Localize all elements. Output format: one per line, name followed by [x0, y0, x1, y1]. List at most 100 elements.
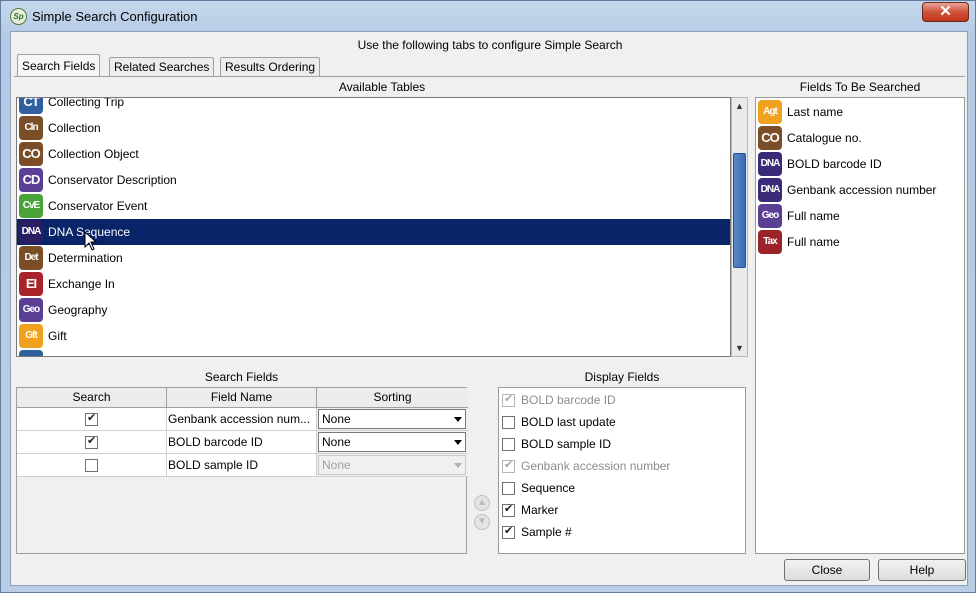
list-item[interactable]: Cln Collection — [17, 115, 730, 141]
table-icon: Cln — [19, 116, 43, 140]
available-tables-list[interactable]: CT Collecting Trip Cln Collection CO Collecti… — [16, 97, 731, 357]
fields-to-search-list[interactable]: Agt Last name CO Catalogue no. DNA BOLD barco… — [755, 97, 965, 554]
available-tables-scrollbar[interactable]: ▲ ▼ — [731, 97, 748, 357]
chevron-down-icon — [454, 463, 462, 468]
column-header-sorting[interactable]: Sorting — [317, 388, 468, 408]
list-item-label: Determination — [48, 251, 123, 265]
tab-results-ordering[interactable]: Results Ordering — [220, 57, 321, 76]
table-row-sorting-cell: None — [317, 454, 468, 477]
title-bar[interactable]: Sp Simple Search Configuration ✕ — [1, 1, 975, 31]
table-icon: CD — [19, 168, 43, 192]
display-fields-heading: Display Fields — [584, 370, 660, 384]
display-field-checkbox[interactable] — [502, 524, 515, 539]
table-row-search-cell[interactable] — [17, 454, 167, 477]
sorting-value: None — [322, 458, 351, 472]
display-field-label: BOLD barcode ID — [521, 393, 616, 407]
scroll-up-arrow[interactable]: ▲ — [732, 98, 747, 114]
display-field-item[interactable]: BOLD last update — [502, 411, 616, 433]
list-item-label: Gift — [48, 329, 67, 343]
display-field-item: Genbank accession number — [502, 455, 670, 477]
dialog-body: Use the following tabs to configure Simp… — [10, 31, 968, 586]
column-header-search[interactable]: Search — [17, 388, 167, 408]
sorting-value: None — [322, 435, 351, 449]
move-up-icon[interactable]: ▲ — [474, 495, 490, 511]
chevron-down-icon — [454, 440, 462, 445]
table-icon: EI — [19, 272, 43, 296]
display-field-checkbox[interactable] — [502, 437, 515, 451]
list-item[interactable]: CT Collecting Trip — [17, 97, 730, 115]
display-fields-list: BOLD barcode ID BOLD last update BOLD samp… — [498, 387, 746, 554]
table-icon: L — [19, 350, 43, 356]
sorting-dropdown[interactable]: None — [318, 409, 466, 429]
display-field-checkbox[interactable] — [502, 481, 515, 495]
list-item[interactable]: CO Catalogue no. — [756, 125, 964, 151]
table-row-sorting-cell: None — [317, 431, 468, 454]
instruction-text: Use the following tabs to configure Simp… — [357, 38, 623, 52]
display-field-label: Marker — [521, 503, 559, 517]
table-icon: Det — [19, 246, 43, 270]
table-icon: Gft — [19, 324, 43, 348]
display-field-label: Sample # — [521, 525, 572, 539]
chevron-down-icon — [454, 417, 462, 422]
list-item-label: Full name — [787, 235, 840, 249]
move-down-icon[interactable]: ▼ — [474, 514, 490, 530]
list-item[interactable]: Geo Full name — [756, 203, 964, 229]
window-close-button[interactable]: ✕ — [922, 2, 969, 22]
display-field-label: Genbank accession number — [521, 459, 671, 473]
search-fields-table: Search Field Name Sorting Genbank access… — [16, 387, 468, 554]
table-icon: DNA — [758, 178, 782, 202]
scroll-thumb[interactable] — [733, 153, 746, 268]
display-field-item[interactable]: Marker — [502, 499, 558, 521]
sorting-value: None — [322, 412, 351, 426]
column-header-field-name[interactable]: Field Name — [167, 388, 317, 408]
list-item[interactable]: EI Exchange In — [17, 271, 730, 297]
search-fields-heading: Search Fields — [204, 370, 279, 384]
table-icon: CO — [19, 142, 43, 166]
display-field-item[interactable]: BOLD sample ID — [502, 433, 611, 455]
list-item[interactable]: Geo Geography — [17, 297, 730, 323]
list-item[interactable]: DNA BOLD barcode ID — [756, 151, 964, 177]
close-button[interactable]: Close — [784, 559, 870, 581]
search-checkbox[interactable] — [85, 458, 98, 472]
list-item-label: Full name — [787, 209, 840, 223]
display-field-item: BOLD barcode ID — [502, 389, 616, 411]
list-item[interactable]: CD Conservator Description — [17, 167, 730, 193]
display-field-checkbox[interactable] — [502, 415, 515, 429]
list-item-label: Geography — [48, 303, 108, 317]
search-checkbox[interactable] — [85, 411, 98, 426]
list-item[interactable]: Tax Full name — [756, 229, 964, 255]
display-field-checkbox — [502, 392, 515, 407]
table-row-search-cell[interactable] — [17, 431, 167, 454]
table-icon: Tax — [758, 230, 782, 254]
list-item[interactable]: DNA Genbank accession number — [756, 177, 964, 203]
list-item[interactable]: CvE Conservator Event — [17, 193, 730, 219]
list-item-label: Conservator Description — [48, 173, 177, 187]
list-item-label: Conservator Event — [48, 199, 148, 213]
search-checkbox[interactable] — [85, 434, 98, 449]
sorting-dropdown[interactable]: None — [318, 432, 466, 452]
app-icon: Sp — [10, 8, 27, 25]
display-field-checkbox[interactable] — [502, 502, 515, 517]
list-item-label: Genbank accession number — [787, 183, 937, 197]
search-fields-panel: Available Tables Fields To Be Searched C… — [14, 76, 965, 554]
scroll-down-arrow[interactable]: ▼ — [732, 340, 747, 356]
table-icon: Geo — [19, 298, 43, 322]
list-item[interactable]: Agt Last name — [756, 99, 964, 125]
help-button[interactable]: Help — [878, 559, 966, 581]
display-field-item[interactable]: Sample # — [502, 521, 572, 543]
list-item-label: BOLD barcode ID — [787, 157, 882, 171]
display-field-label: BOLD sample ID — [521, 437, 612, 451]
list-item[interactable]: Det Determination — [17, 245, 730, 271]
table-row-search-cell[interactable] — [17, 408, 167, 431]
list-item[interactable]: Gft Gift — [17, 323, 730, 349]
list-item[interactable]: CO Collection Object — [17, 141, 730, 167]
list-item-label: Collecting Trip — [48, 97, 125, 109]
list-item[interactable]: LL — [17, 349, 730, 356]
window-title: Simple Search Configuration — [32, 9, 198, 24]
dialog-window: Sp Simple Search Configuration ✕ Use the… — [0, 0, 976, 593]
list-item[interactable]: DNA DNA Sequence — [17, 219, 730, 245]
tab-search-fields[interactable]: Search Fields — [17, 54, 101, 76]
display-field-item[interactable]: Sequence — [502, 477, 575, 499]
display-field-label: Sequence — [521, 481, 576, 495]
tab-related-searches[interactable]: Related Searches — [109, 57, 215, 76]
